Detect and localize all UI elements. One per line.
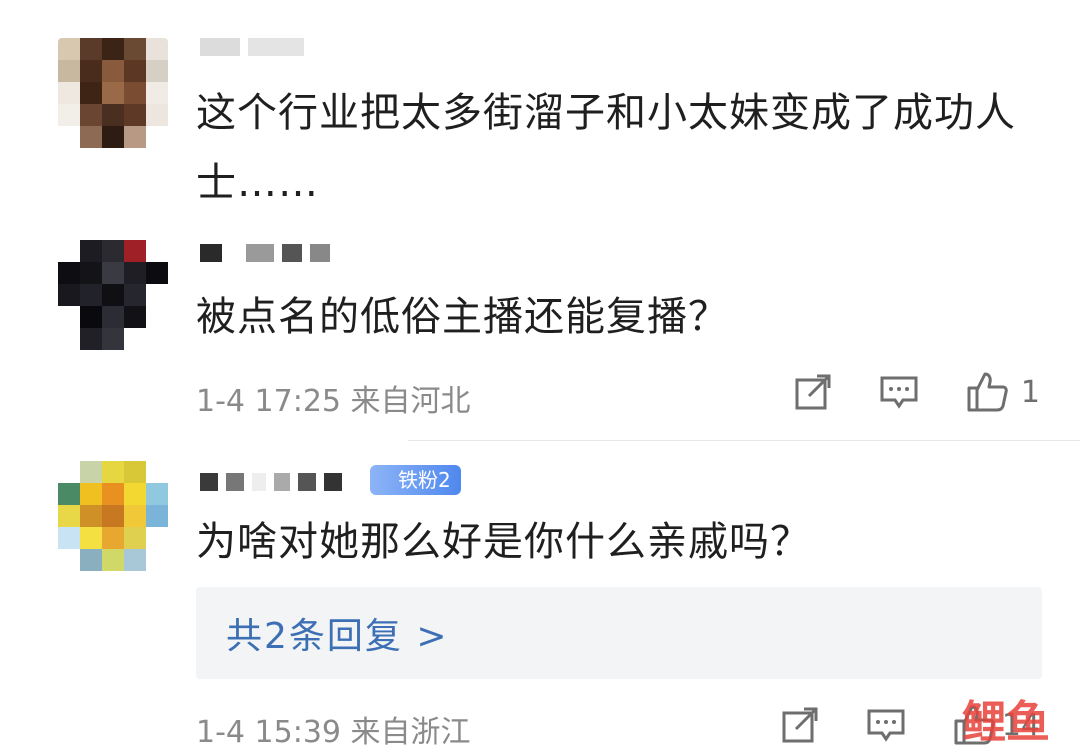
reply-button[interactable] [866,705,906,745]
comment-text: 被点名的低俗主播还能复播？ [196,294,729,340]
avatar[interactable] [58,461,168,571]
reply-summary[interactable]: 共2条回复 > [196,587,1042,679]
view-replies-link[interactable]: 共2条回复 > [226,607,449,659]
comment-icon [880,376,918,409]
comment-meta: 1-4 15:39 来自浙江 [196,715,471,750]
like-count: 1 [1020,374,1040,410]
username-blurred[interactable] [200,238,330,268]
avatar[interactable] [58,38,168,148]
comment-item-1: 这个行业把太多街溜子和小太妹变成了成功人士…… [0,0,1080,230]
share-button[interactable] [780,705,820,745]
comment-text: 这个行业把太多街溜子和小太妹变成了成功人士…… [196,90,1016,206]
comment-actions: 1 [747,370,1040,414]
comment-icon [867,709,905,742]
watermark-logo: 鲤鱼 [962,697,1050,748]
comment-meta: 1-4 17:25 来自河北 [196,384,471,419]
avatar[interactable] [58,240,168,350]
thumbs-up-icon [967,372,1008,412]
share-icon [795,374,831,410]
username-blurred[interactable] [200,467,342,497]
share-button[interactable] [793,372,833,412]
fan-badge: 铁粉2 [370,465,461,495]
comment-item-3: 铁粉2 为啥对她那么好是你什么亲戚吗？ 共2条回复 > 1-4 15:39 来自… [0,441,1080,754]
comment-text: 为啥对她那么好是你什么亲戚吗？ [196,519,811,565]
username-blurred[interactable] [200,32,304,62]
comment-item-2: 被点名的低俗主播还能复播？ 1-4 17:25 来自河北 1 [0,230,1080,440]
like-button[interactable]: 1 [965,370,1040,414]
reply-button[interactable] [879,372,919,412]
share-icon [782,707,818,743]
